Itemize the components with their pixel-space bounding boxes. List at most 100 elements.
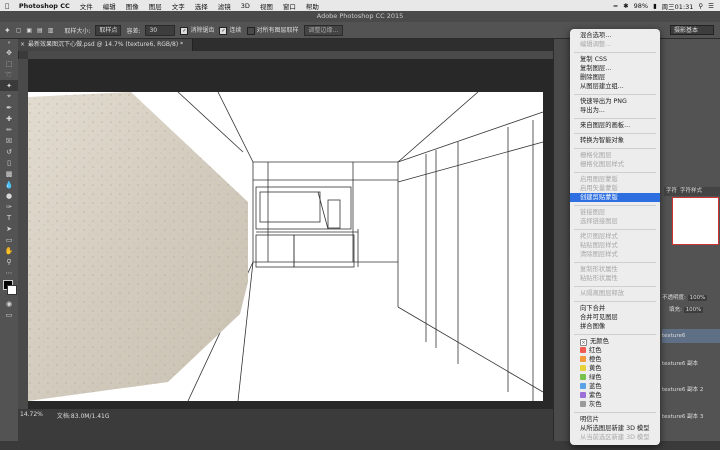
list-icon[interactable]: ☰ — [708, 2, 714, 10]
menu-select[interactable]: 选择 — [190, 1, 213, 11]
eyedropper-tool-icon[interactable]: ✒ — [0, 102, 18, 113]
menu-app-name[interactable]: Photoshop CC — [14, 2, 75, 10]
doc-size[interactable]: 文档:83.0M/1.41G — [57, 411, 110, 420]
menu-item-color-violet[interactable]: 紫色 — [580, 391, 602, 400]
subtract-selection-icon[interactable]: ▤ — [37, 27, 43, 34]
intersect-selection-icon[interactable]: ▥ — [48, 27, 54, 34]
menu-3d[interactable]: 3D — [236, 2, 255, 10]
apple-icon[interactable]:  — [0, 2, 14, 10]
pen-tool-icon[interactable]: ✑ — [0, 201, 18, 212]
zoom-tool-icon[interactable]: ⚲ — [0, 256, 18, 267]
stamp-tool-icon[interactable]: ☒ — [0, 135, 18, 146]
menu-item[interactable]: 快速导出为 PNG — [580, 97, 627, 106]
menu-item-color-gray[interactable]: 灰色 — [580, 400, 602, 409]
path-select-tool-icon[interactable]: ➤ — [0, 223, 18, 234]
tolerance-input[interactable]: 30 — [145, 24, 176, 36]
more-tools-icon[interactable]: ⋯ — [0, 267, 18, 278]
menu-item[interactable]: 从图层建立组... — [580, 82, 624, 91]
layer-row[interactable]: texture6 — [662, 329, 720, 343]
battery-percent[interactable]: 98% — [634, 2, 648, 10]
menu-item-color-red[interactable]: 红色 — [580, 346, 602, 355]
menu-item-color-none[interactable]: × 无颜色 — [580, 337, 609, 346]
menu-filter[interactable]: 滤镜 — [213, 1, 236, 11]
sample-all-checkbox[interactable]: 对所有图层取样 — [246, 25, 299, 35]
menu-help[interactable]: 帮助 — [301, 1, 324, 11]
menu-item-color-green[interactable]: 绿色 — [580, 373, 602, 382]
document-canvas[interactable] — [28, 92, 553, 401]
menu-item[interactable]: 删除图层 — [580, 73, 605, 82]
fill-input[interactable]: 100% — [683, 307, 704, 313]
color-swatches-icon[interactable] — [0, 278, 18, 298]
document-tab[interactable]: × 最新效果图沉下心做.psd @ 14.7% (texture6, RGB/8… — [18, 39, 193, 51]
battery-icon[interactable]: ▮ — [653, 2, 657, 10]
menu-separator — [574, 205, 656, 206]
move-tool-icon[interactable]: ✥ — [0, 47, 18, 58]
menu-view[interactable]: 视图 — [255, 1, 278, 11]
menu-item[interactable]: 从所选图层新建 3D 模型 — [580, 424, 650, 433]
menu-item[interactable]: 明信片 — [580, 415, 599, 424]
collapse-icon[interactable]: » — [0, 39, 18, 47]
menu-layer[interactable]: 图层 — [144, 1, 167, 11]
menu-window[interactable]: 窗口 — [278, 1, 301, 11]
magic-wand-tool-icon[interactable]: ✦ — [0, 80, 18, 91]
tab-character[interactable]: 字符 — [666, 187, 677, 196]
layer-row[interactable]: texture6 副本 — [662, 357, 720, 371]
brush-tool-icon[interactable]: ✏ — [0, 124, 18, 135]
layer-row[interactable]: texture6 副本 2 — [662, 383, 720, 397]
screen-mode-icon[interactable]: ▭ — [0, 309, 18, 320]
gradient-tool-icon[interactable]: ▩ — [0, 168, 18, 179]
menu-image[interactable]: 图像 — [121, 1, 144, 11]
healing-tool-icon[interactable]: ✚ — [0, 113, 18, 124]
lasso-tool-icon[interactable]: ➰ — [0, 69, 18, 80]
tab-strip — [193, 39, 553, 51]
tab-character-style[interactable]: 字符样式 — [680, 187, 702, 196]
antialias-checkbox[interactable]: ✓ 消除锯齿 — [180, 25, 214, 35]
menu-separator — [574, 262, 656, 263]
checkbox-empty-icon — [246, 26, 255, 35]
menu-item[interactable]: 转换为智能对象 — [580, 136, 624, 145]
opacity-input[interactable]: 100% — [687, 295, 708, 301]
menu-item-color-orange[interactable]: 橙色 — [580, 355, 602, 364]
menu-item[interactable]: 导出为... — [580, 106, 605, 115]
menu-item[interactable]: 拼合图像 — [580, 322, 605, 331]
new-selection-icon[interactable]: ▢ — [16, 27, 22, 34]
menu-item-color-yellow[interactable]: 黄色 — [580, 364, 602, 373]
eraser-tool-icon[interactable]: ▯ — [0, 157, 18, 168]
menu-separator — [574, 412, 656, 413]
shape-tool-icon[interactable]: ▭ — [0, 234, 18, 245]
blur-tool-icon[interactable]: 💧 — [0, 179, 18, 190]
bluetooth-icon[interactable]: ✱ — [623, 2, 628, 10]
navigator-preview — [672, 197, 719, 245]
zoom-level[interactable]: 14.72% — [20, 411, 43, 420]
menu-item[interactable]: 合并可见图层 — [580, 313, 618, 322]
menu-item[interactable]: 来自图层的画板... — [580, 121, 630, 130]
search-icon[interactable]: ⚲ — [698, 2, 703, 10]
history-brush-icon[interactable]: ↺ — [0, 146, 18, 157]
menu-item-color-blue[interactable]: 蓝色 — [580, 382, 602, 391]
clock[interactable]: 周三01:31 — [662, 1, 694, 11]
dodge-tool-icon[interactable]: ● — [0, 190, 18, 201]
add-selection-icon[interactable]: ▣ — [26, 27, 32, 34]
crop-tool-icon[interactable]: ⌖ — [0, 91, 18, 102]
menu-item[interactable]: 混合选项... — [580, 31, 611, 40]
menu-item[interactable]: 向下合并 — [580, 304, 605, 313]
wifi-icon[interactable]: ≈ — [613, 2, 618, 10]
menu-item[interactable]: 复制图层... — [580, 64, 611, 73]
menu-type[interactable]: 文字 — [167, 1, 190, 11]
close-icon[interactable]: × — [20, 39, 25, 51]
sample-size-select[interactable]: 取样点 — [95, 24, 122, 36]
magic-wand-icon[interactable]: ✦ — [4, 26, 11, 35]
refine-edge-button[interactable]: 调整边缘... — [303, 24, 344, 36]
hand-tool-icon[interactable]: ✋ — [0, 245, 18, 256]
quick-mask-icon[interactable]: ◉ — [0, 298, 18, 309]
layer-row[interactable]: texture6 副本 3 — [662, 410, 720, 424]
type-tool-icon[interactable]: T — [0, 212, 18, 223]
menu-item[interactable]: 复制 CSS — [580, 55, 607, 64]
menu-file[interactable]: 文件 — [75, 1, 98, 11]
menu-separator — [574, 286, 656, 287]
marquee-tool-icon[interactable]: ⬚ — [0, 58, 18, 69]
menu-item-create-clipping-mask[interactable]: 创建剪贴蒙版 — [570, 193, 660, 202]
workspace-select[interactable]: 摄影基本 — [670, 25, 714, 35]
contiguous-checkbox[interactable]: ✓ 连续 — [219, 25, 242, 35]
menu-edit[interactable]: 编辑 — [98, 1, 121, 11]
